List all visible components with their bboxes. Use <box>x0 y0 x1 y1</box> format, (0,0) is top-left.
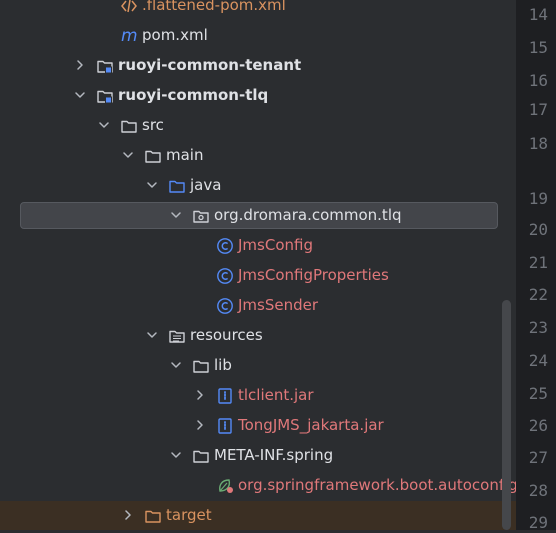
tree-item-label: org.springframework.boot.autoconfig <box>238 476 516 494</box>
chevron-down-icon[interactable] <box>73 88 87 102</box>
tree-item-lib[interactable]: lib <box>0 351 516 381</box>
tree-item-pom-xml[interactable]: m pom.xml <box>0 21 516 51</box>
chevron-right-icon[interactable] <box>193 388 207 402</box>
tree-item-tongjms-jakarta-jar[interactable]: TongJMS_jakarta.jar <box>0 411 516 441</box>
tree-item-label: main <box>166 146 204 164</box>
line-number: 27 <box>528 448 548 467</box>
line-number: 19 <box>528 189 548 208</box>
class-icon <box>216 237 234 255</box>
source-folder-icon <box>168 177 186 195</box>
chevron-down-icon[interactable] <box>97 118 111 132</box>
line-number: 20 <box>528 220 548 239</box>
excluded-folder-icon <box>144 507 162 525</box>
chevron-right-icon[interactable] <box>121 508 135 522</box>
project-tree: .flattened-pom.xml m pom.xml ruoyi-common-t… <box>0 0 516 530</box>
package-icon <box>192 207 210 225</box>
tree-item-label: java <box>190 176 222 194</box>
tree-item-jmsconfigproperties[interactable]: JmsConfigProperties <box>0 261 516 291</box>
line-number: 28 <box>528 481 548 500</box>
jar-icon <box>216 387 234 405</box>
tree-item-label: TongJMS_jakarta.jar <box>238 416 384 434</box>
line-number: 29 <box>528 513 548 532</box>
chevron-down-icon[interactable] <box>121 148 135 162</box>
tree-item-src[interactable]: src <box>0 111 516 141</box>
xml-file-icon <box>120 0 138 15</box>
line-number: 24 <box>528 351 548 370</box>
line-number: 21 <box>528 253 548 272</box>
tree-item-label: JmsSender <box>238 296 319 314</box>
tree-item-label: JmsConfigProperties <box>238 266 389 284</box>
tree-item-tlclient-jar[interactable]: tlclient.jar <box>0 381 516 411</box>
spring-icon <box>216 477 234 495</box>
line-number: 16 <box>528 71 548 90</box>
tree-item-label: src <box>142 116 164 134</box>
svg-text:m: m <box>121 27 138 45</box>
chevron-down-icon[interactable] <box>145 328 159 342</box>
tree-item-label: ruoyi-common-tlq <box>118 86 269 104</box>
tree-item-label: lib <box>214 356 232 374</box>
editor-gutter: 14 15 16 17 18 19 20 21 22 23 24 25 26 27 28 29 <box>516 0 556 532</box>
tree-item-java[interactable]: java <box>0 171 516 201</box>
line-number: 25 <box>528 384 548 403</box>
tree-item-label: resources <box>190 326 263 344</box>
line-number: 22 <box>528 285 548 304</box>
tree-item-main[interactable]: main <box>0 141 516 171</box>
module-folder-icon <box>96 57 114 75</box>
folder-icon <box>192 357 210 375</box>
resources-folder-icon <box>168 327 186 345</box>
chevron-down-icon[interactable] <box>145 178 159 192</box>
tree-item-label: .flattened-pom.xml <box>142 0 286 14</box>
maven-icon: m <box>120 26 138 46</box>
tree-item-label: META-INF.spring <box>214 446 334 464</box>
tree-item-meta-inf-spring[interactable]: META-INF.spring <box>0 441 516 471</box>
tree-item-target[interactable]: target <box>0 501 516 530</box>
tree-item-org-dromara-common-tlq[interactable]: org.dromara.common.tlq <box>0 201 516 231</box>
tree-item-resources[interactable]: resources <box>0 321 516 351</box>
jar-icon <box>216 417 234 435</box>
chevron-down-icon[interactable] <box>169 208 183 222</box>
line-number: 18 <box>528 134 548 153</box>
chevron-down-icon[interactable] <box>169 358 183 372</box>
line-number: 14 <box>528 5 548 24</box>
class-icon <box>216 297 234 315</box>
tree-item-label: ruoyi-common-tenant <box>118 56 302 74</box>
folder-icon <box>192 447 210 465</box>
tree-item-flattened-pom-xml[interactable]: .flattened-pom.xml <box>0 0 516 21</box>
folder-icon <box>144 147 162 165</box>
tree-item-label: JmsConfig <box>238 236 313 254</box>
tree-item-jmssender[interactable]: JmsSender <box>0 291 516 321</box>
line-number: 15 <box>528 38 548 57</box>
tree-item-ruoyi-common-tenant[interactable]: ruoyi-common-tenant <box>0 51 516 81</box>
line-number: 17 <box>528 100 548 119</box>
tree-item-label: target <box>166 506 212 524</box>
chevron-down-icon[interactable] <box>169 448 183 462</box>
tree-item-label: tlclient.jar <box>238 386 314 404</box>
tree-scrollbar[interactable] <box>502 300 511 530</box>
chevron-right-icon[interactable] <box>73 58 87 72</box>
line-number: 23 <box>528 318 548 337</box>
class-icon <box>216 267 234 285</box>
folder-icon <box>120 117 138 135</box>
tree-item-org-springframework-boot-autoconfig[interactable]: org.springframework.boot.autoconfig <box>0 471 516 501</box>
tree-item-label: org.dromara.common.tlq <box>214 206 402 224</box>
module-folder-icon <box>96 87 114 105</box>
tree-item-label: pom.xml <box>142 26 208 44</box>
chevron-right-icon[interactable] <box>193 418 207 432</box>
tree-item-jmsconfig[interactable]: JmsConfig <box>0 231 516 261</box>
tree-item-ruoyi-common-tlq[interactable]: ruoyi-common-tlq <box>0 81 516 111</box>
line-number: 26 <box>528 416 548 435</box>
